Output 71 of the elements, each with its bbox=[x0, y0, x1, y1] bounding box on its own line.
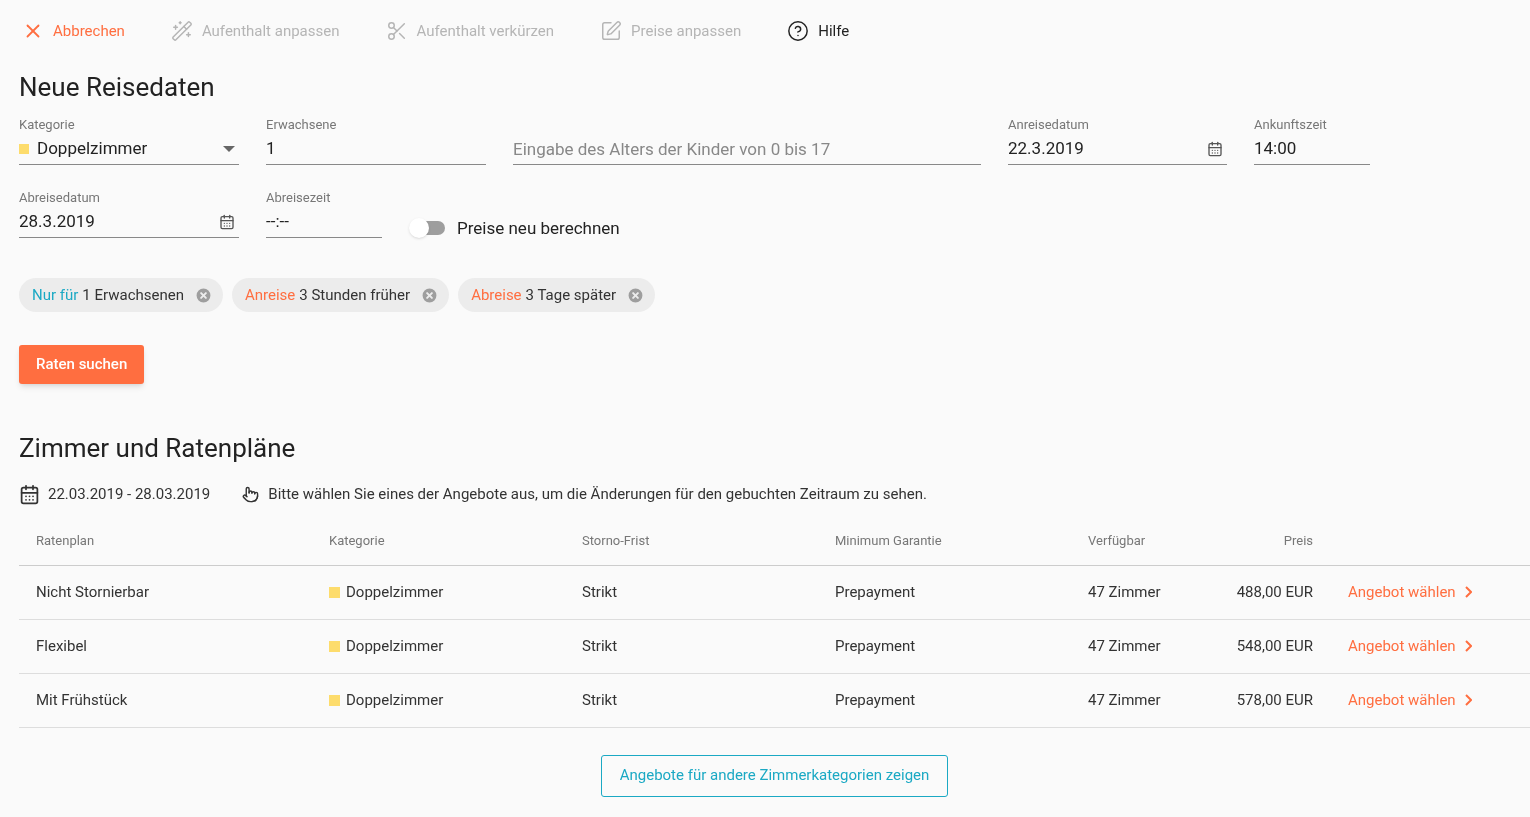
section-heading: Zimmer und Ratenpläne bbox=[19, 432, 297, 465]
table-cell-text: Strikt bbox=[581, 689, 619, 711]
edit-icon bbox=[600, 20, 623, 42]
table-cell-text: 578,00 EUR bbox=[1235, 689, 1314, 711]
pointing-hand-icon bbox=[242, 485, 260, 503]
input-field[interactable]: Eingabe des Alters der Kinder von 0 bis 17 bbox=[513, 133, 981, 165]
remove-chip-icon[interactable] bbox=[626, 285, 646, 305]
input-field[interactable]: 14:00 bbox=[1254, 133, 1370, 165]
table-cell-text: Prepayment bbox=[834, 689, 917, 711]
chip-prefix: Nur für bbox=[32, 284, 79, 306]
chip-text: 3 Tage später bbox=[525, 284, 617, 306]
category-select[interactable]: Doppelzimmer bbox=[19, 133, 239, 165]
table-cell-text: Strikt bbox=[581, 635, 619, 657]
remove-chip-icon[interactable] bbox=[420, 285, 440, 305]
chevron-right-icon bbox=[1464, 694, 1472, 706]
chip-text: 3 Stunden früher bbox=[299, 284, 411, 306]
table-cell-text: 548,00 EUR bbox=[1235, 635, 1314, 657]
table-cell-text: Flexibel bbox=[35, 635, 88, 657]
toolbar-button[interactable]: Hilfe bbox=[787, 19, 850, 43]
table-cell-text: Nicht Stornierbar bbox=[35, 581, 151, 603]
hint-text: Bitte wählen Sie eines der Angebote aus, um die Änderungen für den gebuchten Zeitraum zu sehen. bbox=[268, 484, 927, 505]
column-header: Preis bbox=[1282, 532, 1314, 551]
table-cell-text: Prepayment bbox=[834, 635, 917, 657]
calendar-icon bbox=[19, 483, 40, 505]
field-label: Ankunftszeit bbox=[1254, 116, 1328, 133]
date-field[interactable]: 22.3.2019 bbox=[1008, 133, 1227, 165]
remove-chip-icon[interactable] bbox=[194, 285, 213, 305]
table-cell-text: Mit Frühstück bbox=[35, 689, 129, 711]
chip-prefix: Anreise bbox=[245, 284, 296, 306]
table-cell-text: Doppelzimmer bbox=[346, 689, 444, 711]
select-offer-link[interactable]: Angebot wählen bbox=[1348, 634, 1472, 658]
show-other-categories-button[interactable]: Angebote für andere Zimmerkategorien zeigen bbox=[600, 754, 949, 797]
field-label: Anreisedatum bbox=[1008, 116, 1090, 133]
chevron-right-icon bbox=[1464, 586, 1472, 598]
column-header: Storno-Frist bbox=[581, 532, 651, 551]
table-cell-text: Doppelzimmer bbox=[346, 581, 444, 603]
calendar-icon bbox=[1207, 140, 1223, 157]
table-cell-text: 47 Zimmer bbox=[1087, 581, 1162, 603]
input-field[interactable]: 1 bbox=[266, 133, 486, 165]
chevron-right-icon bbox=[1464, 640, 1472, 652]
chip-text: 1 Erwachsenen bbox=[82, 284, 184, 306]
field-label: Abreisezeit bbox=[266, 189, 332, 206]
field-label: Kategorie bbox=[19, 116, 76, 133]
table-cell-text: Strikt bbox=[581, 581, 619, 603]
date-range: 22.03.2019 - 28.03.2019 bbox=[48, 484, 211, 505]
dropdown-caret-icon bbox=[223, 145, 235, 152]
column-header: Minimum Garantie bbox=[834, 532, 943, 551]
help-icon bbox=[787, 20, 810, 42]
search-rates-button[interactable]: Raten suchen bbox=[19, 345, 145, 384]
toolbar-button[interactable]: Abbrechen bbox=[22, 19, 125, 43]
section-heading: Neue Reisedaten bbox=[19, 71, 216, 104]
toggle-label: Preise neu berechnen bbox=[457, 216, 620, 240]
select-offer-link[interactable]: Angebot wählen bbox=[1348, 688, 1472, 712]
toggle-switch[interactable] bbox=[409, 217, 447, 240]
date-field[interactable]: 28.3.2019 bbox=[19, 206, 239, 238]
select-offer-link[interactable]: Angebot wählen bbox=[1348, 580, 1472, 604]
chip-prefix: Abreise bbox=[471, 284, 522, 306]
wand-icon bbox=[170, 20, 193, 42]
field-label: Abreisedatum bbox=[19, 189, 101, 206]
input-field[interactable]: --:-- bbox=[266, 206, 382, 238]
calendar-icon bbox=[219, 213, 235, 230]
column-header: Verfügbar bbox=[1087, 532, 1147, 551]
table-cell-text: 488,00 EUR bbox=[1235, 581, 1314, 603]
column-header: Ratenplan bbox=[35, 532, 96, 551]
table-cell-text: Doppelzimmer bbox=[346, 635, 444, 657]
scissors-icon bbox=[385, 20, 408, 42]
table-cell-text: Prepayment bbox=[834, 581, 917, 603]
table-cell-text: 47 Zimmer bbox=[1087, 689, 1162, 711]
column-header: Kategorie bbox=[328, 532, 386, 551]
table-cell-text: 47 Zimmer bbox=[1087, 635, 1162, 657]
field-label: Erwachsene bbox=[266, 116, 338, 133]
